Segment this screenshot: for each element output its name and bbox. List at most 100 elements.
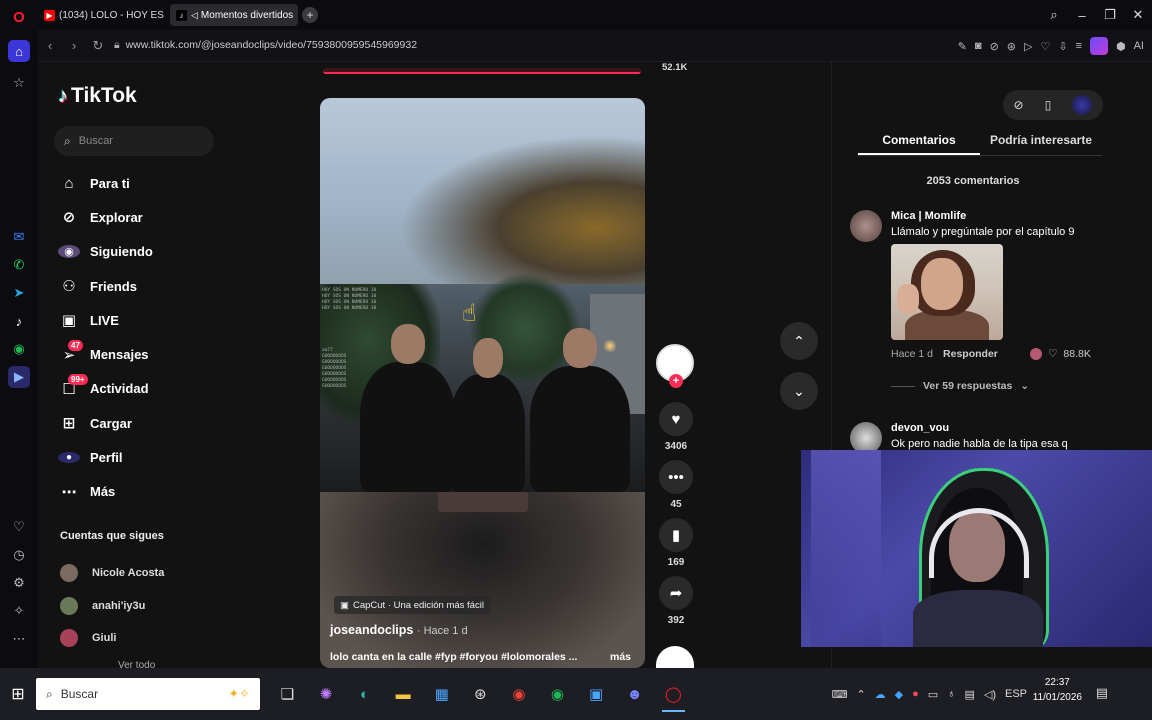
nav-item-mas[interactable]: ⋯ Más xyxy=(58,475,153,509)
copilot-icon[interactable]: ✺ xyxy=(307,676,346,712)
tab-podria-interesarte[interactable]: Podría interesarte xyxy=(980,130,1102,155)
spotify-icon[interactable]: ◉ xyxy=(538,676,577,712)
nav-item-siguiendo[interactable]: ◉ Siguiendo xyxy=(58,235,153,269)
bookmarks-icon[interactable]: ☆ xyxy=(8,72,30,94)
following-item[interactable]: anahi'iy3u xyxy=(60,590,164,623)
minimize-button[interactable]: – xyxy=(1068,8,1096,23)
bookmark-icon[interactable]: ▮ xyxy=(659,518,693,552)
player-sidebar-icon[interactable]: ▶ xyxy=(8,366,30,388)
tiktok-logo[interactable]: ♪ TikTok xyxy=(58,84,137,108)
tips-bulb-icon[interactable]: ✧ xyxy=(8,600,30,622)
chatgpt-icon[interactable]: ⊛ xyxy=(461,676,500,712)
history-clock-icon[interactable]: ◷ xyxy=(8,544,30,566)
clock[interactable]: 22:37 11/01/2026 xyxy=(1033,675,1082,705)
comment-like[interactable]: ♡ 88.8K xyxy=(1030,348,1091,360)
search-box[interactable]: ⌕ xyxy=(54,126,214,156)
comment-user[interactable]: Mica | Momlife xyxy=(891,210,966,222)
reload-button[interactable]: ↻ xyxy=(86,38,110,54)
messenger-icon[interactable]: ✉ xyxy=(8,226,30,248)
comment-icon[interactable]: ••• xyxy=(659,460,693,494)
mic-icon[interactable]: ♁ xyxy=(947,688,955,700)
player-icon[interactable]: ▷ xyxy=(1024,40,1032,53)
vpn-icon[interactable]: ⊛ xyxy=(1007,40,1016,53)
tray-chevron-icon[interactable]: ⌃ xyxy=(856,688,865,701)
language-indicator[interactable]: ESP xyxy=(1005,688,1027,700)
adblock-icon[interactable]: ⊘ xyxy=(990,40,999,53)
comment-user[interactable]: devon_vou xyxy=(891,422,949,434)
windows-start-icon[interactable]: ⊞ xyxy=(0,677,36,711)
tab-comentarios[interactable]: Comentarios xyxy=(858,130,980,155)
like-action[interactable]: ♥ 3406 xyxy=(656,402,696,452)
tray-app-icon[interactable]: ● xyxy=(912,688,919,700)
previous-video-button[interactable]: ⌃ xyxy=(780,322,818,360)
following-item[interactable]: Nicole Acosta xyxy=(60,557,164,590)
nav-item-cargar[interactable]: ⊞ Cargar xyxy=(58,406,153,440)
file-explorer-icon[interactable]: ▬ xyxy=(384,676,423,712)
favorites-heart-icon[interactable]: ♡ xyxy=(8,516,30,538)
back-button[interactable]: ‹ xyxy=(38,38,62,53)
save-action[interactable]: ▮ 169 xyxy=(656,518,696,568)
nav-item-para-ti[interactable]: ⌂ Para ti xyxy=(58,166,153,200)
download-icon[interactable]: ⇩ xyxy=(1058,40,1067,53)
heart-icon[interactable]: ♥ xyxy=(659,402,693,436)
tab-youtube[interactable]: ▶ (1034) LOLO - HOY ES MI xyxy=(38,4,166,26)
maximize-button[interactable]: ❐ xyxy=(1096,7,1124,23)
ai-button[interactable]: AI xyxy=(1134,40,1144,52)
follow-plus-icon[interactable]: + xyxy=(669,374,683,388)
author-avatar[interactable]: + xyxy=(656,344,694,388)
keyboard-icon[interactable]: ⌨ xyxy=(832,688,848,701)
mute-icon[interactable]: ⊘ xyxy=(1014,98,1024,112)
new-tab-button[interactable]: + xyxy=(302,7,318,23)
avatar[interactable] xyxy=(850,210,882,242)
tab-search-icon[interactable]: ⌕ xyxy=(1040,7,1068,23)
heart-icon[interactable]: ♡ xyxy=(1040,40,1050,53)
edge-icon[interactable]: ◐ xyxy=(345,676,384,712)
spotify-sidebar-icon[interactable]: ◉ xyxy=(8,338,30,360)
home-speed-dial-icon[interactable]: ⌂ xyxy=(8,40,30,62)
tiktok-sidebar-icon[interactable]: ♪ xyxy=(8,310,30,332)
chrome-icon[interactable]: ◉ xyxy=(500,676,539,712)
nav-item-explorar[interactable]: ⊘ Explorar xyxy=(58,200,153,234)
share-action[interactable]: ➦ 392 xyxy=(656,576,696,626)
opera-taskbar-icon[interactable]: ◯ xyxy=(654,676,693,712)
comment-image[interactable] xyxy=(891,244,1003,340)
onedrive-icon[interactable]: ☁ xyxy=(875,688,886,701)
usb-icon[interactable]: ▭ xyxy=(928,688,938,701)
video-author[interactable]: joseandoclips · Hace 1 d xyxy=(330,623,468,637)
network-icon[interactable]: ▤ xyxy=(964,688,974,701)
nav-item-perfil[interactable]: ● Perfil xyxy=(58,440,153,474)
camera-icon[interactable]: ◙ xyxy=(975,40,982,52)
device-icon[interactable]: ▯ xyxy=(1045,98,1052,112)
app-window-icon[interactable]: ▣ xyxy=(577,676,616,712)
share-icon[interactable]: ➦ xyxy=(659,576,693,610)
reply-button[interactable]: Responder xyxy=(943,348,998,360)
edit-icon[interactable]: ✎ xyxy=(958,40,967,53)
capcut-tag[interactable]: ▣ CapCut · Una edición más fácil xyxy=(334,596,490,614)
volume-icon[interactable]: ◁) xyxy=(984,688,996,701)
nav-item-live[interactable]: ▣ LIVE xyxy=(58,303,153,337)
forward-button[interactable]: › xyxy=(62,38,86,53)
search-input[interactable] xyxy=(78,135,189,147)
taskbar-search[interactable]: ⌕ Buscar ✦✧ xyxy=(36,678,260,710)
menu-icon[interactable]: ≡ xyxy=(1076,40,1082,52)
nav-item-friends[interactable]: ⚇ Friends xyxy=(58,269,153,303)
opera-logo-icon[interactable]: O xyxy=(8,6,30,28)
url-field[interactable]: 🔒︎ www.tiktok.com/@joseandoclips/video/75… xyxy=(114,39,417,52)
notifications-icon[interactable]: ▤ xyxy=(1096,685,1108,701)
sound-avatar[interactable] xyxy=(656,646,694,668)
nav-item-mensajes[interactable]: ➢ 47 Mensajes xyxy=(58,337,153,371)
caption-more-link[interactable]: más xyxy=(610,651,631,663)
telegram-icon[interactable]: ➤ xyxy=(8,282,30,304)
user-avatar[interactable] xyxy=(1072,95,1093,115)
sidebar-more-icon[interactable]: ⋯ xyxy=(8,628,30,650)
settings-gear-icon[interactable]: ⚙ xyxy=(8,572,30,594)
tab-tiktok[interactable]: ♪ ◁ Momentos divertidos xyxy=(170,4,298,26)
discord-icon[interactable]: ☻ xyxy=(615,676,654,712)
next-video-button[interactable]: ⌄ xyxy=(780,372,818,410)
whatsapp-icon[interactable]: ✆ xyxy=(8,254,30,276)
nav-item-actividad[interactable]: ☐ 99+ Actividad xyxy=(58,372,153,406)
security-icon[interactable]: ◆ xyxy=(895,688,903,701)
view-replies-button[interactable]: Ver 59 respuestas ⌄ xyxy=(891,380,1029,392)
see-all-link[interactable]: Ver todo xyxy=(118,660,155,668)
speaker-icon[interactable]: ◁ xyxy=(191,10,198,21)
